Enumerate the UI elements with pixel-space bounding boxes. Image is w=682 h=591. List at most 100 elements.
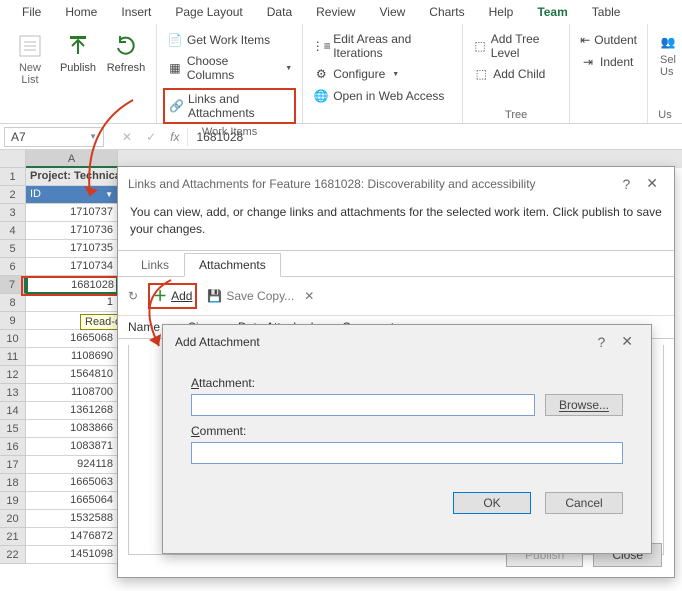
cell[interactable]: 1710735	[26, 240, 118, 258]
add-tree-label: Add Tree Level	[491, 32, 559, 60]
choose-columns-button[interactable]: ▦Choose Columns	[163, 52, 296, 84]
menu-charts[interactable]: Charts	[417, 1, 476, 23]
cell[interactable]: 1108690	[26, 348, 118, 366]
cell[interactable]: 1710736	[26, 222, 118, 240]
cell[interactable]: ID▼	[26, 186, 118, 204]
cell[interactable]: 1665064	[26, 492, 118, 510]
tab-links[interactable]: Links	[126, 253, 184, 277]
row-header[interactable]: 19	[0, 492, 26, 510]
menu-data[interactable]: Data	[255, 1, 304, 23]
dialog1-close-icon[interactable]: ✕	[640, 175, 664, 192]
row-header[interactable]: 22	[0, 546, 26, 564]
name-box-value: A7	[11, 130, 26, 144]
select-users-button[interactable]: 👥 SelUs	[654, 28, 682, 107]
row-header[interactable]: 9	[0, 312, 26, 330]
outdent-button[interactable]: ⇤Outdent	[576, 30, 641, 50]
formula-input[interactable]: 1681028	[187, 128, 682, 146]
attachment-path-input[interactable]	[191, 394, 535, 416]
table-row: 1361268	[26, 402, 118, 420]
browse-button[interactable]: Browse...	[545, 394, 623, 416]
dialog2-close-icon[interactable]: ✕	[615, 333, 639, 350]
table-row: 1710735	[26, 240, 118, 258]
cell[interactable]: 1083871	[26, 438, 118, 456]
row-header[interactable]: 16	[0, 438, 26, 456]
cell[interactable]: 1665063	[26, 474, 118, 492]
refresh-attachments-button[interactable]: ↻	[128, 289, 138, 303]
open-web-access-button[interactable]: 🌐Open in Web Access	[309, 86, 456, 106]
cell[interactable]: 1476872	[26, 528, 118, 546]
menu-insert[interactable]: Insert	[109, 1, 163, 23]
menu-help[interactable]: Help	[477, 1, 526, 23]
cell[interactable]: 1681028	[26, 276, 118, 294]
row-header[interactable]: 3	[0, 204, 26, 222]
row-header[interactable]: 18	[0, 474, 26, 492]
add-tree-level-button[interactable]: ⬚Add Tree Level	[469, 30, 563, 62]
menu-file[interactable]: File	[10, 1, 53, 23]
dialog1-title: Links and Attachments for Feature 168102…	[128, 177, 536, 191]
cell[interactable]: 1710734	[26, 258, 118, 276]
links-attachments-button[interactable]: 🔗Links and Attachments	[163, 88, 296, 124]
cell[interactable]: 1361268	[26, 402, 118, 420]
cancel-formula-icon[interactable]: ✕	[122, 130, 132, 144]
row-header[interactable]: 6	[0, 258, 26, 276]
row-header[interactable]: 8	[0, 294, 26, 312]
ok-button[interactable]: OK	[453, 492, 531, 514]
row-header[interactable]: 1	[0, 168, 26, 186]
menu-team[interactable]: Team	[525, 1, 579, 23]
cancel-button[interactable]: Cancel	[545, 492, 623, 514]
add-label: Add	[171, 289, 192, 303]
cell[interactable]: 1564810	[26, 366, 118, 384]
cell[interactable]: 1451098	[26, 546, 118, 564]
menu-review[interactable]: Review	[304, 1, 367, 23]
row-header[interactable]: 20	[0, 510, 26, 528]
refresh-button[interactable]: Refresh	[102, 28, 150, 107]
row-header[interactable]: 13	[0, 384, 26, 402]
menu-table[interactable]: Table	[580, 1, 633, 23]
cell[interactable]: 1665068	[26, 330, 118, 348]
row-header[interactable]: 2	[0, 186, 26, 204]
cell[interactable]: 1532588	[26, 510, 118, 528]
cell[interactable]: 1083866	[26, 420, 118, 438]
row-header[interactable]: 10	[0, 330, 26, 348]
configure-button[interactable]: ⚙Configure	[309, 64, 456, 84]
row-header[interactable]: 11	[0, 348, 26, 366]
menu-home[interactable]: Home	[53, 1, 109, 23]
edit-areas-button[interactable]: ⋮≡Edit Areas and Iterations	[309, 30, 456, 62]
row-header[interactable]: 12	[0, 366, 26, 384]
menu-view[interactable]: View	[367, 1, 417, 23]
comment-input[interactable]	[191, 442, 623, 464]
row-header[interactable]: 21	[0, 528, 26, 546]
cell[interactable]: 1710737	[26, 204, 118, 222]
row-header[interactable]: 7	[0, 276, 26, 294]
dialog2-help-button[interactable]: ?	[587, 334, 615, 350]
row-header[interactable]: 15	[0, 420, 26, 438]
cell[interactable]: Project: Technica	[26, 168, 118, 186]
attachment-field-label: Attachment:	[191, 376, 623, 390]
cell[interactable]: 1	[26, 294, 118, 312]
delete-attachment-button[interactable]: ✕	[304, 289, 314, 303]
row-header[interactable]: 5	[0, 240, 26, 258]
ribbon: NewList Publish Refresh 📄Get Work Items …	[0, 24, 682, 124]
fx-icon[interactable]: fx	[170, 130, 179, 144]
add-child-button[interactable]: ⬚Add Child	[469, 64, 563, 84]
select-users-label: SelUs	[660, 54, 676, 78]
dialog1-help-button[interactable]: ?	[612, 176, 640, 192]
get-work-items-icon: 📄	[167, 32, 183, 48]
cell[interactable]: 1108700	[26, 384, 118, 402]
publish-button[interactable]: Publish	[54, 28, 102, 107]
save-copy-button[interactable]: 💾Save Copy...	[207, 289, 294, 303]
name-box[interactable]: A7 ▼	[4, 127, 104, 147]
indent-button[interactable]: ⇥Indent	[576, 52, 641, 72]
row-header[interactable]: 4	[0, 222, 26, 240]
add-attachment-button[interactable]: ＋ Add	[153, 286, 192, 306]
select-all-cell[interactable]	[0, 150, 26, 168]
enter-formula-icon[interactable]: ✓	[146, 130, 156, 144]
row-header[interactable]: 14	[0, 402, 26, 420]
get-work-items-button[interactable]: 📄Get Work Items	[163, 30, 296, 50]
menu-pagelayout[interactable]: Page Layout	[163, 1, 254, 23]
row-header[interactable]: 17	[0, 456, 26, 474]
tab-attachments[interactable]: Attachments	[184, 253, 281, 277]
col-header-a[interactable]: A	[26, 150, 118, 168]
new-list-button[interactable]: NewList	[6, 28, 54, 107]
cell[interactable]: 924118	[26, 456, 118, 474]
